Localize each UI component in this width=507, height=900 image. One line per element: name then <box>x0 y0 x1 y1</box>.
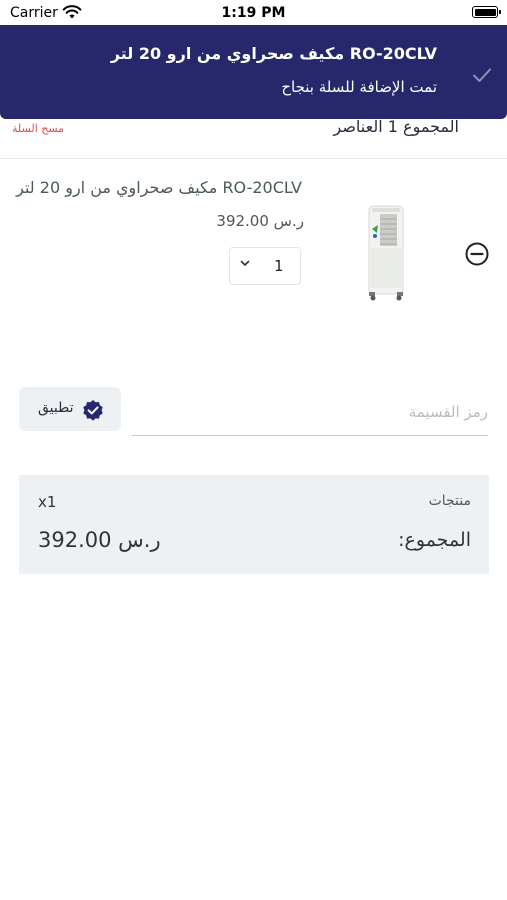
product-image <box>368 205 404 301</box>
coupon-section: تطبيق <box>0 385 507 445</box>
battery-icon <box>472 6 501 18</box>
items-count-label: المجموع 1 العناصر <box>333 117 459 136</box>
coupon-code-input[interactable] <box>132 389 488 436</box>
clock: 1:19 PM <box>221 5 286 21</box>
cart-screen: Carrier 1:19 PM مسح السلة المجموع 1 العن… <box>0 0 507 900</box>
toast-title: RO-20CLV مكيف صحراوي من ارو 20 لتر <box>110 44 437 63</box>
remove-circle-icon[interactable] <box>465 242 489 266</box>
verified-badge-icon <box>83 400 103 421</box>
apply-coupon-button[interactable]: تطبيق <box>19 387 121 431</box>
added-to-cart-toast[interactable]: RO-20CLV مكيف صحراوي من ارو 20 لتر تمت ا… <box>0 25 507 119</box>
total-label: المجموع: <box>398 529 471 551</box>
quantity-value: 1 <box>274 257 284 275</box>
apply-button-label: تطبيق <box>38 400 74 416</box>
status-bar: Carrier 1:19 PM <box>0 0 507 28</box>
product-price: ر.س 392.00 <box>216 212 304 230</box>
product-name: RO-20CLV مكيف صحراوي من ارو 20 لتر <box>16 178 302 197</box>
total-value: ر.س 392.00 <box>38 528 161 552</box>
clear-cart-button[interactable]: مسح السلة <box>12 122 64 135</box>
chevron-down-icon <box>240 260 250 266</box>
toast-message: تمت الإضافة للسلة بنجاح <box>281 78 437 96</box>
cart-item: RO-20CLV مكيف صحراوي من ارو 20 لتر ر.س 3… <box>0 160 507 335</box>
quantity-selector[interactable]: 1 <box>229 247 301 285</box>
products-label: منتجات <box>428 493 471 509</box>
products-count: x1 <box>38 493 57 511</box>
checkmark-icon <box>473 68 491 82</box>
order-totals: منتجات x1 المجموع: ر.س 392.00 <box>19 475 489 574</box>
